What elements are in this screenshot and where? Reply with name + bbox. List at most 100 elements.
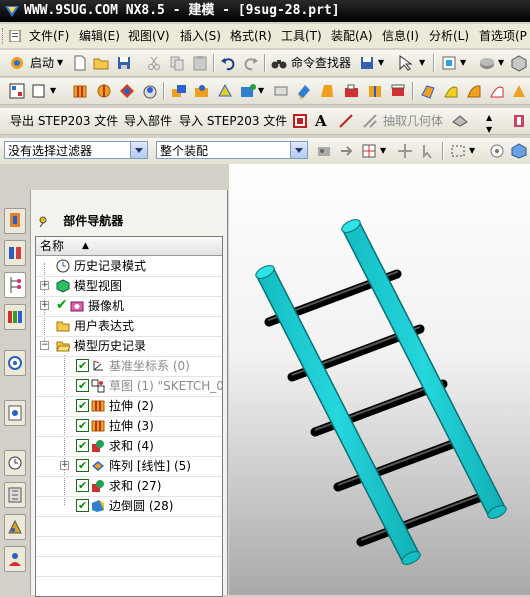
selection-filter-dropdown[interactable]: 没有选择过滤器 — [4, 141, 148, 159]
tree-row-user-expressions[interactable]: 用户表达式 — [36, 316, 222, 337]
menu-analysis[interactable]: 分析(L) — [429, 24, 469, 48]
undo-icon[interactable] — [219, 54, 237, 72]
open-folder-icon[interactable] — [92, 54, 110, 72]
snap-point-icon[interactable] — [360, 142, 378, 160]
split-body-icon[interactable] — [366, 82, 384, 100]
export-step-button[interactable]: 导出 STEP203 文件 — [10, 108, 118, 134]
menu-view[interactable]: 视图(V) — [128, 24, 170, 48]
general-select-icon[interactable] — [315, 142, 333, 160]
tree-row-model-views[interactable]: + 模型视图 — [36, 276, 222, 297]
assembly-navigator-tab[interactable] — [4, 208, 26, 234]
line-tool-icon[interactable] — [337, 112, 355, 130]
roles-tab[interactable] — [4, 546, 26, 572]
face-blend-icon[interactable] — [442, 82, 460, 100]
reuse-library-tab[interactable] — [4, 304, 26, 330]
blend-dropdown-arrow-icon[interactable]: ▼ — [258, 78, 264, 104]
tree-row-model-history[interactable]: − 模型历史记录 — [36, 336, 222, 357]
quick-pick-icon[interactable] — [419, 142, 437, 160]
history-palette-tab[interactable] — [4, 400, 26, 426]
cut-icon[interactable] — [145, 54, 163, 72]
wave-link-icon[interactable] — [451, 112, 469, 130]
collapse-icon[interactable]: − — [40, 341, 49, 350]
snap-dropdown-arrow-icon[interactable]: ▼ — [380, 138, 386, 164]
visibility-checkbox[interactable] — [76, 356, 89, 376]
hole-tool-icon[interactable] — [118, 82, 136, 100]
visibility-checkbox[interactable] — [76, 396, 89, 416]
sketch-tool-icon[interactable] — [8, 82, 26, 100]
system-materials-tab[interactable] — [4, 482, 26, 508]
save-dropdown-arrow-icon[interactable]: ▼ — [378, 50, 384, 76]
render-dropdown-arrow-icon[interactable]: ▼ — [498, 50, 504, 76]
shaded-view-icon[interactable] — [488, 142, 506, 160]
expand-icon[interactable]: + — [60, 461, 69, 470]
part-navigator-tab[interactable] — [4, 272, 26, 298]
import-step-button[interactable]: 导入 STEP203 文件 — [179, 108, 287, 134]
boss-tool-icon[interactable] — [141, 82, 159, 100]
column-header[interactable]: 名称 ▲ — [36, 237, 222, 256]
tree-row-cameras[interactable]: + ✔ 摄像机 — [36, 296, 222, 317]
visibility-checkbox[interactable] — [76, 436, 89, 456]
tree-row-extrude-3[interactable]: 拉伸 (3) — [36, 416, 222, 437]
unite-tool-icon[interactable] — [170, 82, 188, 100]
visibility-checkbox[interactable] — [76, 476, 89, 496]
menu-file[interactable]: 文件(F) — [29, 24, 69, 48]
chevron-down-icon[interactable] — [290, 142, 307, 158]
menu-tools[interactable]: 工具(T) — [281, 24, 322, 48]
paste-icon[interactable] — [191, 54, 209, 72]
menu-information[interactable]: 信息(I) — [382, 24, 419, 48]
selection-icon[interactable] — [396, 54, 414, 72]
ladder-model[interactable] — [229, 164, 530, 595]
stop-icon[interactable] — [291, 112, 309, 130]
rectangle-select-icon[interactable] — [449, 142, 467, 160]
extract-geometry-button[interactable]: 抽取几何体 — [383, 108, 443, 134]
variable-blend-icon[interactable] — [465, 82, 483, 100]
orient-view-icon[interactable] — [510, 54, 528, 72]
tree-row-sketch[interactable]: 草图 (1) "SKETCH_0 — [36, 376, 222, 397]
new-body-icon[interactable] — [30, 82, 48, 100]
tree-row-datum-csys[interactable]: 基准坐标系 (0) — [36, 356, 222, 377]
trim-body-icon[interactable] — [343, 82, 361, 100]
toolbar-overflow-icon[interactable]: ▲ ▼ — [486, 112, 492, 136]
part-icon[interactable] — [510, 112, 528, 130]
select-feature-icon[interactable] — [338, 142, 356, 160]
constraint-navigator-tab[interactable] — [4, 240, 26, 266]
history-tab[interactable] — [4, 450, 26, 476]
pin-icon[interactable] — [37, 215, 49, 227]
rect-select-dropdown-arrow-icon[interactable]: ▼ — [469, 138, 475, 164]
save-icon[interactable] — [115, 54, 133, 72]
start-button[interactable]: 启动 — [30, 50, 54, 76]
revolve-tool-icon[interactable] — [95, 82, 113, 100]
redo-icon[interactable] — [242, 54, 260, 72]
text-tool-icon[interactable]: A — [315, 108, 327, 134]
tree-row-extrude-2[interactable]: 拉伸 (2) — [36, 396, 222, 417]
menu-assemblies[interactable]: 装配(A) — [331, 24, 373, 48]
body-dropdown-arrow-icon[interactable]: ▼ — [50, 78, 56, 104]
subtract-tool-icon[interactable] — [193, 82, 211, 100]
visibility-checkbox[interactable] — [76, 456, 89, 476]
command-finder-button[interactable]: 命令查找器 — [291, 50, 351, 76]
copy-icon[interactable] — [168, 54, 186, 72]
import-part-button[interactable]: 导入部件 — [124, 108, 172, 134]
offset-face-icon[interactable] — [389, 82, 407, 100]
expand-icon[interactable]: + — [40, 281, 49, 290]
selection-dropdown-arrow-icon[interactable]: ▼ — [419, 50, 425, 76]
menu-format[interactable]: 格式(R) — [230, 24, 272, 48]
tree-row-pattern-5[interactable]: + 阵列 [线性] (5) — [36, 456, 222, 477]
cursor-location-icon[interactable] — [396, 142, 414, 160]
internet-explorer-tab[interactable] — [4, 350, 26, 376]
intersect-tool-icon[interactable] — [216, 82, 234, 100]
new-file-icon[interactable] — [71, 54, 89, 72]
start-dropdown-arrow-icon[interactable]: ▼ — [57, 50, 63, 76]
tree-row-unite-4[interactable]: 求和 (4) — [36, 436, 222, 457]
toolbar-grip[interactable] — [2, 28, 7, 44]
chevron-down-icon[interactable] — [130, 142, 147, 158]
sew-tool-icon[interactable] — [510, 82, 528, 100]
styled-blend-icon[interactable] — [488, 82, 506, 100]
surface-tool-icon[interactable] — [419, 82, 437, 100]
menu-insert[interactable]: 插入(S) — [180, 24, 221, 48]
shell-tool-icon[interactable] — [295, 82, 313, 100]
tree-row-edge-blend-28[interactable]: 边倒圆 (28) — [36, 496, 222, 517]
visibility-checkbox[interactable] — [76, 416, 89, 436]
blend-tool-icon[interactable] — [239, 82, 257, 100]
assembly-scope-dropdown[interactable]: 整个装配 — [156, 141, 308, 159]
